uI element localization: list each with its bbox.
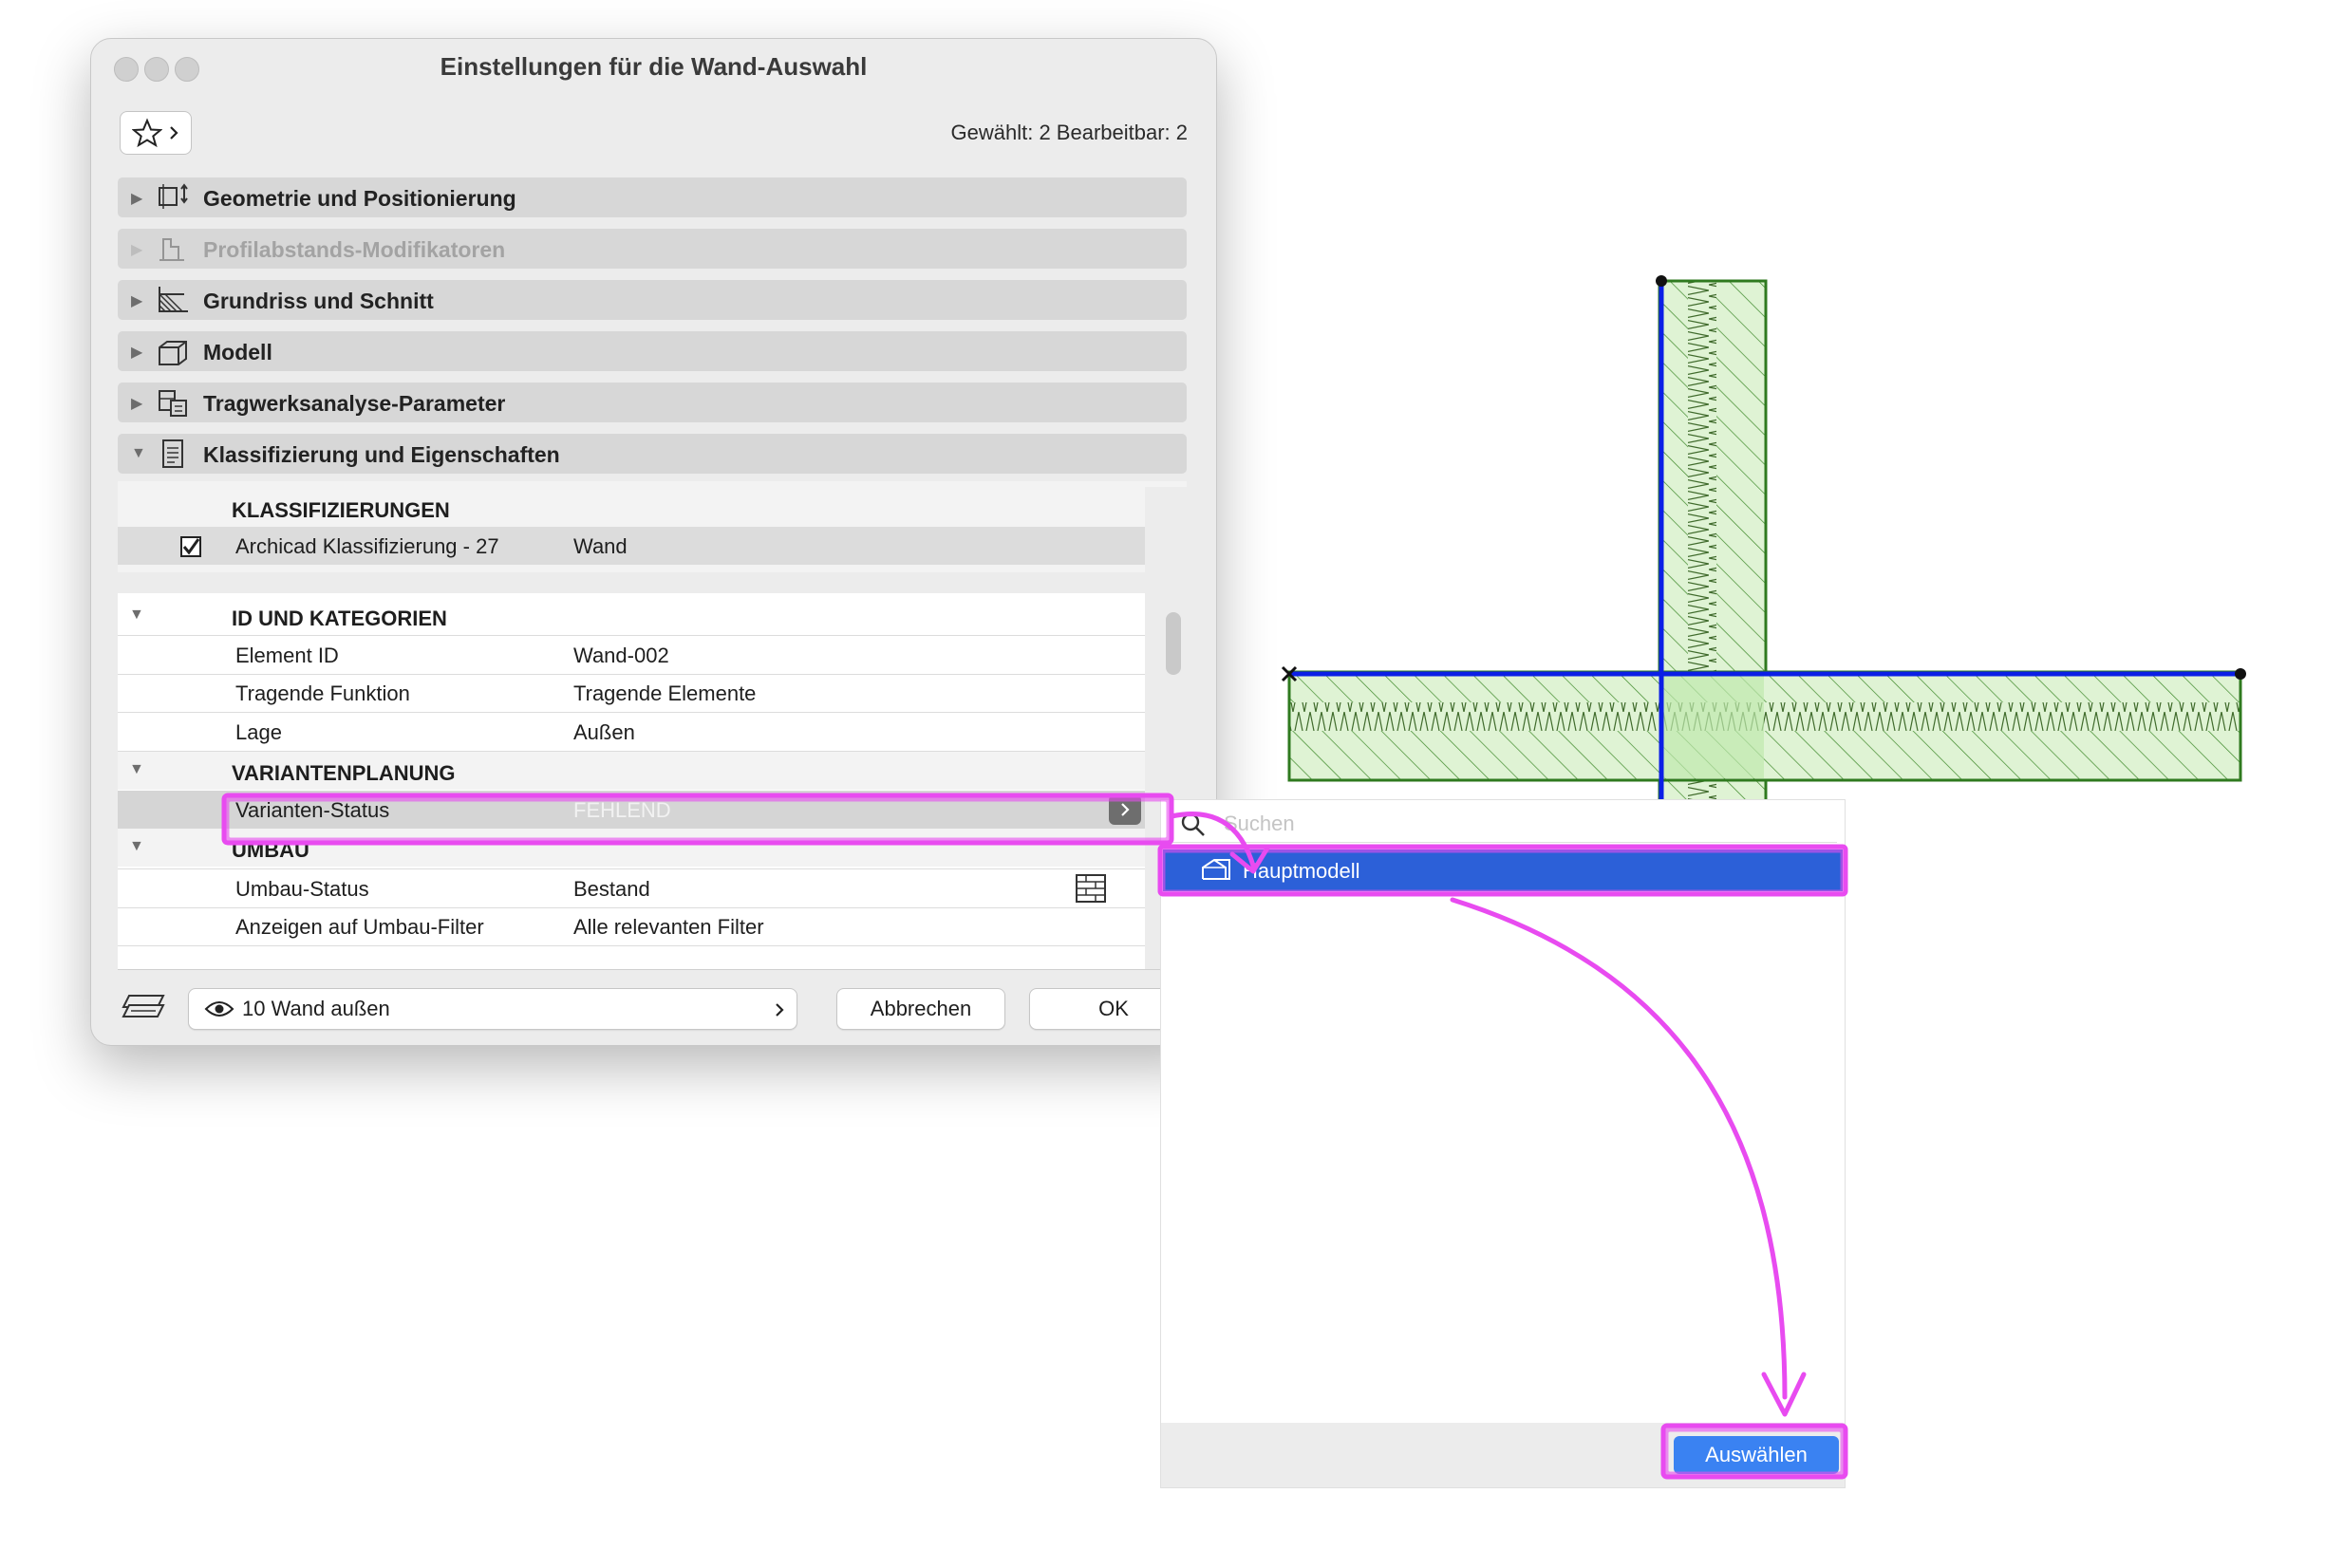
panel-label: Profilabstands-Modifikatoren [203, 237, 506, 262]
house-icon [1202, 859, 1230, 880]
footer-divider [118, 969, 1187, 970]
variant-status-value: FEHLEND [573, 798, 671, 822]
property-element-id[interactable]: Element ID Wand-002 [118, 635, 1145, 675]
panel-profile-modifiers: ▶ Profilabstands-Modifikatoren [118, 229, 1187, 269]
panel-model[interactable]: ▶ Modell [118, 331, 1187, 371]
property-variant-status[interactable]: Varianten-Status FEHLEND [118, 791, 1145, 829]
panel-floorplan-section[interactable]: ▶ Grundriss und Schnitt [118, 280, 1187, 320]
layer-dropdown[interactable]: 10 Wand außen [188, 988, 797, 1030]
structural-icon [159, 390, 187, 417]
dialog-title: Einstellungen für die Wand-Auswahl [440, 52, 868, 81]
layer-icon [122, 995, 165, 1017]
search-placeholder: Suchen [1224, 812, 1295, 835]
floorplan-icon [159, 287, 188, 312]
disclosure-down-icon: ▼ [129, 838, 144, 854]
horizontal-wall[interactable] [1287, 670, 2242, 782]
search-field[interactable]: Suchen [1169, 806, 1837, 843]
document-icon [162, 439, 183, 468]
wall-settings-dialog: Einstellungen für die Wand-Auswahl Gewäh… [90, 38, 1217, 1046]
classification-header: KLASSIFIZIERUNGEN [232, 498, 450, 522]
classification-section: KLASSIFIZIERUNGEN Archicad Klassifizieru… [118, 481, 1187, 572]
profile-icon [159, 238, 184, 261]
chevron-right-icon [170, 126, 178, 140]
checkbox-checked-icon[interactable] [180, 536, 201, 557]
vertical-wall[interactable] [1658, 279, 1768, 805]
properties-scrollbar[interactable] [1166, 612, 1181, 675]
brick-wall-icon[interactable] [1075, 873, 1107, 904]
panel-structural-analysis[interactable]: ▶ Tragwerksanalyse-Parameter [118, 383, 1187, 422]
classification-gutter [1145, 487, 1187, 572]
title-bar: Einstellungen für die Wand-Auswahl [91, 39, 1216, 102]
star-icon [132, 118, 162, 148]
panel-label: Grundriss und Schnitt [203, 289, 434, 313]
disclosure-right-icon: ▶ [131, 293, 143, 309]
disclosure-right-icon: ▶ [131, 396, 143, 412]
panel-label: Modell [203, 340, 272, 364]
group-id-categories[interactable]: ▼ ID UND KATEGORIEN [118, 597, 1145, 635]
model-icon [159, 341, 187, 365]
cancel-button[interactable]: Abbrechen [836, 988, 1005, 1030]
panel-label: Klassifizierung und Eigenschaften [203, 442, 560, 467]
variant-status-picker-button[interactable] [1109, 794, 1141, 825]
properties-list: ▼ ID UND KATEGORIEN Element ID Wand-002 … [118, 593, 1145, 969]
layer-name: 10 Wand außen [242, 997, 390, 1020]
panel-label: Tragwerksanalyse-Parameter [203, 391, 506, 416]
property-position[interactable]: Lage Außen [118, 713, 1145, 752]
select-button[interactable]: Auswählen [1674, 1436, 1839, 1474]
wall-endpoint [1656, 275, 1667, 287]
selection-count: Gewählt: 2 Bearbeitbar: 2 [950, 121, 1188, 144]
disclosure-right-icon: ▶ [131, 191, 143, 207]
disclosure-down-icon: ▼ [129, 607, 144, 623]
classification-value: Wand [573, 534, 628, 558]
geometry-icon [159, 183, 188, 209]
property-renovation-status[interactable]: Umbau-Status Bestand [118, 868, 1145, 908]
wall-endpoint [2235, 668, 2246, 680]
group-variant-planning[interactable]: ▼ VARIANTENPLANUNG [118, 752, 1145, 790]
panel-classification-properties[interactable]: ▼ Klassifizierung und Eigenschaften [118, 434, 1187, 474]
list-item-label: Hauptmodell [1243, 859, 1360, 883]
chevron-right-icon [1121, 803, 1130, 816]
group-renovation[interactable]: ▼ UMBAU [118, 829, 1145, 867]
property-renovation-filter[interactable]: Anzeigen auf Umbau-Filter Alle relevante… [118, 907, 1145, 946]
chevron-right-icon [776, 1003, 784, 1017]
popup-footer: Auswählen [1161, 1423, 1845, 1487]
panel-label: Geometrie und Positionierung [203, 186, 516, 211]
disclosure-right-icon: ▶ [131, 345, 143, 361]
list-item-main-model[interactable]: Hauptmodell [1163, 849, 1843, 891]
variant-status-popup: Suchen Hauptmodell Auswählen [1160, 799, 1846, 1488]
wall-start-marker [1281, 665, 1298, 682]
classification-name: Archicad Klassifizierung - 27 [235, 534, 499, 558]
favorites-button[interactable] [120, 111, 192, 155]
eye-icon [204, 1001, 234, 1017]
disclosure-down-icon: ▼ [129, 761, 144, 777]
disclosure-right-icon: ▶ [131, 242, 143, 258]
panel-geometry[interactable]: ▶ Geometrie und Positionierung [118, 177, 1187, 217]
classification-row[interactable]: Archicad Klassifizierung - 27 Wand [118, 527, 1187, 565]
search-icon [1181, 812, 1205, 836]
property-structural-function[interactable]: Tragende Funktion Tragende Elemente [118, 674, 1145, 713]
disclosure-down-icon: ▼ [131, 445, 146, 461]
